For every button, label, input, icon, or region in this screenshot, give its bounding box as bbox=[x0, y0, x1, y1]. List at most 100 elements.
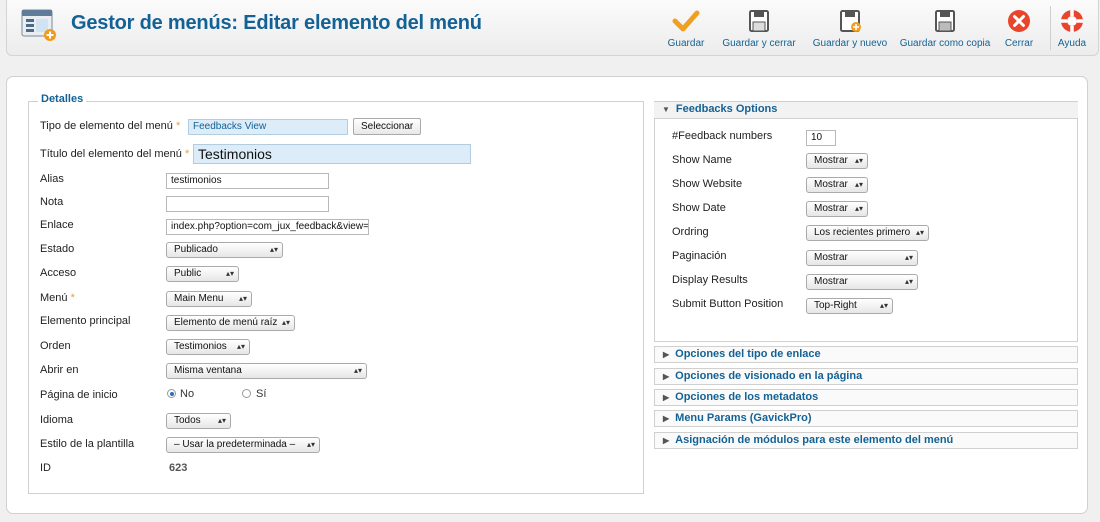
id-label: ID bbox=[40, 462, 51, 474]
submit-position-value: Top-Right bbox=[814, 300, 857, 311]
select-arrow-icon: ▴▾ bbox=[854, 204, 863, 213]
lifebuoy-icon bbox=[1061, 10, 1083, 32]
show-date-select[interactable]: Mostrar ▴▾ bbox=[806, 201, 868, 217]
id-value: 623 bbox=[169, 462, 188, 474]
select-arrow-icon: ▴▾ bbox=[281, 318, 290, 327]
toolbar-divider bbox=[1050, 6, 1051, 50]
feedbacks-options-toggle[interactable]: ▼ Feedbacks Options bbox=[654, 102, 1078, 119]
open-in-label: Abrir en bbox=[40, 364, 79, 376]
save-and-close-button[interactable]: Guardar y cerrar bbox=[717, 4, 801, 52]
collapsed-triangle-icon: ▶ bbox=[663, 436, 670, 445]
panel-module-assignment[interactable]: ▶ Asignación de módulos para este element… bbox=[654, 432, 1078, 449]
save-as-copy-button[interactable]: Guardar como copia bbox=[897, 4, 993, 52]
pagination-select[interactable]: Mostrar ▴▾ bbox=[806, 250, 918, 266]
alias-input[interactable]: testimonios bbox=[166, 173, 329, 189]
language-select[interactable]: Todos ▴▾ bbox=[166, 413, 231, 429]
home-yes-label: Sí bbox=[256, 388, 267, 400]
parent-item-label: Elemento principal bbox=[40, 315, 131, 327]
menu-value: Main Menu bbox=[174, 293, 224, 304]
home-no-label: No bbox=[180, 388, 195, 400]
select-arrow-icon: ▴▾ bbox=[269, 245, 278, 254]
parent-item-select[interactable]: Elemento de menú raíz ▴▾ bbox=[166, 315, 295, 331]
feedback-numbers-label: #Feedback numbers bbox=[672, 130, 773, 142]
select-arrow-icon: ▴▾ bbox=[217, 416, 226, 425]
note-input[interactable] bbox=[166, 196, 329, 212]
access-label: Acceso bbox=[40, 267, 77, 279]
panel-page-display-options[interactable]: ▶ Opciones de visionado en la página bbox=[654, 368, 1078, 385]
language-value: Todos bbox=[174, 415, 201, 426]
toolbar-header: Gestor de menús: Editar elemento del men… bbox=[6, 0, 1099, 56]
ordering-select[interactable]: Los recientes primero ▴▾ bbox=[806, 225, 929, 241]
menu-type-field: Feedbacks View bbox=[188, 119, 348, 135]
panel-metadata-options[interactable]: ▶ Opciones de los metadatos bbox=[654, 389, 1078, 406]
checkmark-icon bbox=[672, 10, 700, 32]
select-arrow-icon: ▴▾ bbox=[854, 180, 863, 189]
close-label: Cerrar bbox=[1004, 38, 1034, 49]
order-select[interactable]: Testimonios ▴▾ bbox=[166, 339, 250, 355]
order-value: Testimonios bbox=[174, 341, 227, 352]
panel-title: Menu Params (GavickPro) bbox=[675, 412, 812, 424]
pagination-value: Mostrar bbox=[814, 252, 848, 263]
floppy-plus-icon bbox=[840, 10, 861, 32]
panel-title: Opciones de visionado en la página bbox=[675, 370, 863, 382]
show-name-select[interactable]: Mostrar ▴▾ bbox=[806, 153, 868, 169]
show-date-label: Show Date bbox=[672, 202, 726, 214]
panel-title: Opciones de los metadatos bbox=[675, 391, 819, 403]
save-and-new-button[interactable]: Guardar y nuevo bbox=[809, 4, 891, 52]
show-website-select[interactable]: Mostrar ▴▾ bbox=[806, 177, 868, 193]
status-label: Estado bbox=[40, 243, 75, 255]
link-label: Enlace bbox=[40, 219, 74, 231]
select-arrow-icon: ▴▾ bbox=[225, 269, 234, 278]
page-title: Gestor de menús: Editar elemento del men… bbox=[71, 12, 482, 34]
status-select[interactable]: Publicado ▴▾ bbox=[166, 242, 283, 258]
access-select[interactable]: Public ▴▾ bbox=[166, 266, 239, 282]
submit-position-select[interactable]: Top-Right ▴▾ bbox=[806, 298, 893, 314]
select-arrow-icon: ▴▾ bbox=[904, 277, 913, 286]
open-in-value: Misma ventana bbox=[174, 365, 242, 376]
save-button[interactable]: Guardar bbox=[664, 4, 708, 52]
select-arrow-icon: ▴▾ bbox=[879, 301, 888, 310]
menu-type-label: Tipo de elemento del menú * bbox=[40, 120, 181, 132]
panel-menu-params-gavickpro[interactable]: ▶ Menu Params (GavickPro) bbox=[654, 410, 1078, 427]
note-label: Nota bbox=[40, 196, 64, 208]
collapsed-triangle-icon: ▶ bbox=[663, 350, 670, 359]
menu-manager-icon bbox=[21, 9, 56, 41]
select-menu-type-button[interactable]: Seleccionar bbox=[353, 118, 422, 135]
show-date-value: Mostrar bbox=[814, 203, 848, 214]
show-name-label: Show Name bbox=[672, 154, 732, 166]
feedbacks-options-title: Feedbacks Options bbox=[675, 103, 778, 115]
panel-link-type-options[interactable]: ▶ Opciones del tipo de enlace bbox=[654, 346, 1078, 363]
collapsed-triangle-icon: ▶ bbox=[663, 393, 670, 402]
save-label: Guardar bbox=[667, 38, 705, 49]
link-input[interactable]: index.php?option=com_jux_feedback&view= bbox=[166, 219, 369, 235]
order-label: Orden bbox=[40, 340, 71, 352]
display-results-label: Display Results bbox=[672, 274, 748, 286]
menu-select[interactable]: Main Menu ▴▾ bbox=[166, 291, 252, 307]
details-legend: Detalles bbox=[38, 93, 87, 105]
feedback-numbers-input[interactable]: 10 bbox=[806, 130, 836, 146]
pagination-label: Paginación bbox=[672, 250, 727, 262]
template-style-value: – Usar la predeterminada – bbox=[174, 439, 296, 450]
title-label: Título del elemento del menú * bbox=[40, 148, 190, 160]
select-arrow-icon: ▴▾ bbox=[236, 342, 245, 351]
title-input[interactable]: Testimonios bbox=[193, 144, 471, 164]
show-name-value: Mostrar bbox=[814, 155, 848, 166]
show-website-value: Mostrar bbox=[814, 179, 848, 190]
display-results-select[interactable]: Mostrar ▴▾ bbox=[806, 274, 918, 290]
select-arrow-icon: ▴▾ bbox=[915, 228, 924, 237]
close-button[interactable]: Cerrar bbox=[999, 4, 1039, 52]
home-yes-radio[interactable] bbox=[242, 389, 251, 398]
template-style-select[interactable]: – Usar la predeterminada – ▴▾ bbox=[166, 437, 320, 453]
home-no-radio[interactable] bbox=[167, 389, 176, 398]
select-arrow-icon: ▴▾ bbox=[353, 366, 362, 375]
menu-label: Menú * bbox=[40, 292, 75, 304]
show-website-label: Show Website bbox=[672, 178, 743, 190]
panel-title: Opciones del tipo de enlace bbox=[675, 348, 821, 360]
help-button[interactable]: Ayuda bbox=[1054, 4, 1090, 52]
ordering-value: Los recientes primero bbox=[814, 227, 911, 238]
alias-label: Alias bbox=[40, 173, 64, 185]
floppy-icon bbox=[749, 10, 769, 32]
access-value: Public bbox=[174, 268, 202, 279]
close-circle-icon bbox=[1008, 10, 1030, 32]
open-in-select[interactable]: Misma ventana ▴▾ bbox=[166, 363, 367, 379]
